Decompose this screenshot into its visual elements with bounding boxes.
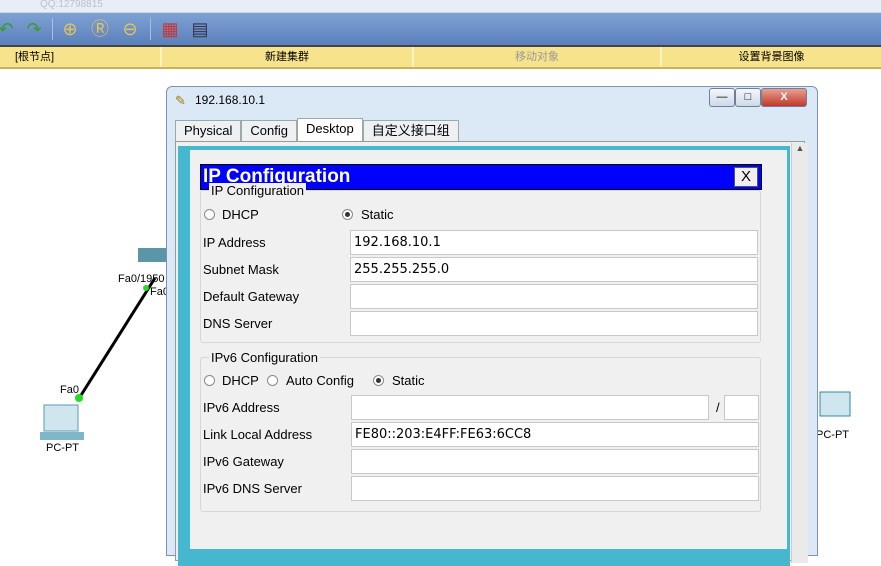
- dns-server-input[interactable]: [350, 311, 758, 336]
- ipv6-auto-label: Auto Config: [286, 373, 354, 388]
- pc-icon-right[interactable]: [819, 391, 851, 417]
- switch-icon[interactable]: [138, 248, 168, 262]
- tab-config[interactable]: Config: [241, 120, 297, 142]
- subnet-mask-label: Subnet Mask: [203, 262, 279, 277]
- ipv4-dhcp-label: DHCP: [222, 207, 259, 222]
- pc-label-right: PC-PT: [816, 429, 849, 441]
- ipv6-address-input[interactable]: [351, 395, 709, 420]
- ipv6-address-label: IPv6 Address: [203, 400, 280, 415]
- switch-port-label: Fa0/1950: [118, 273, 165, 285]
- ipv6-dns-input[interactable]: [351, 476, 759, 501]
- pc-port-label: Fa0: [60, 384, 79, 396]
- ipv6-static-radio[interactable]: [373, 375, 384, 386]
- ipv6-dhcp-label: DHCP: [222, 373, 259, 388]
- tab-custom-interfaces[interactable]: 自定义接口组: [362, 120, 459, 142]
- dns-server-label: DNS Server: [203, 316, 273, 331]
- window-title: 192.168.10.1: [195, 93, 266, 107]
- vertical-scrollbar[interactable]: ▲: [791, 143, 808, 563]
- ip-address-input[interactable]: 192.168.10.1: [350, 230, 758, 255]
- ipv6-auto-radio[interactable]: [267, 375, 278, 386]
- ipv6-dhcp-radio[interactable]: [204, 375, 215, 386]
- default-gateway-input[interactable]: [350, 284, 758, 309]
- cable: [76, 277, 157, 401]
- link-local-label: Link Local Address: [203, 427, 313, 442]
- default-gateway-label: Default Gateway: [203, 289, 300, 304]
- ip-address-label: IP Address: [203, 235, 266, 250]
- maximize-button[interactable]: □: [735, 88, 761, 107]
- tab-desktop[interactable]: Desktop: [297, 118, 363, 142]
- link-light: [143, 285, 149, 291]
- link-local-input[interactable]: FE80::203:E4FF:FE63:6CC8: [351, 422, 759, 447]
- pc-label: PC-PT: [46, 442, 79, 454]
- ipv6-prefix-input[interactable]: [724, 395, 759, 420]
- scroll-up-icon[interactable]: ▲: [792, 143, 808, 153]
- ipv6-gateway-input[interactable]: [351, 449, 759, 474]
- minimize-button[interactable]: —: [709, 88, 735, 107]
- app-icon: ✎: [175, 93, 186, 108]
- ipv6-gateway-label: IPv6 Gateway: [203, 454, 284, 469]
- ipv4-static-label: Static: [361, 207, 394, 222]
- ipv4-static-radio[interactable]: [342, 209, 353, 220]
- ipv4-group-title: IP Configuration: [209, 183, 306, 198]
- subnet-mask-input[interactable]: 255.255.255.0: [350, 257, 758, 282]
- close-button[interactable]: X: [761, 88, 807, 107]
- tab-physical[interactable]: Physical: [175, 120, 242, 142]
- tab-bar: Physical Config Desktop 自定义接口组: [175, 118, 459, 142]
- ip-config-panel: IP Configuration X IP Configuration DHCP …: [190, 150, 787, 549]
- ipv6-static-label: Static: [392, 373, 425, 388]
- ip-config-close-button[interactable]: X: [734, 167, 758, 187]
- ipv6-group-title: IPv6 Configuration: [209, 350, 320, 365]
- ipv6-dns-label: IPv6 DNS Server: [203, 481, 302, 496]
- pc-icon[interactable]: [43, 404, 79, 432]
- pc-base: [40, 432, 84, 440]
- prefix-separator: /: [716, 400, 720, 415]
- ipv4-dhcp-radio[interactable]: [204, 209, 215, 220]
